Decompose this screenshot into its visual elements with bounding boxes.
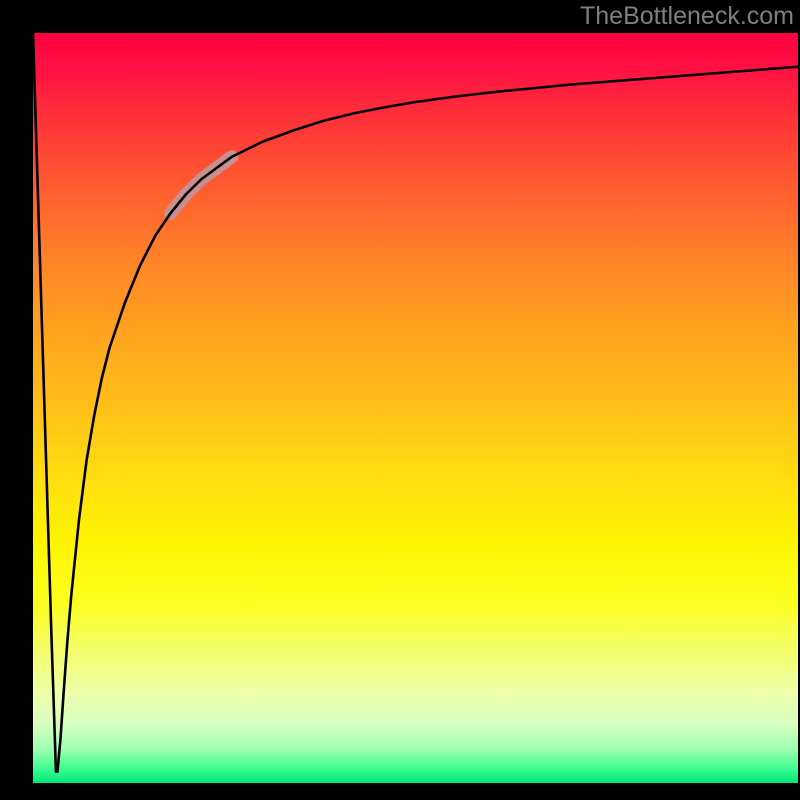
plot-area bbox=[33, 33, 798, 783]
gradient-rect bbox=[33, 33, 798, 783]
chart-frame: TheBottleneck.com bbox=[0, 0, 800, 800]
watermark-label: TheBottleneck.com bbox=[580, 2, 794, 31]
chart-svg bbox=[33, 33, 798, 783]
